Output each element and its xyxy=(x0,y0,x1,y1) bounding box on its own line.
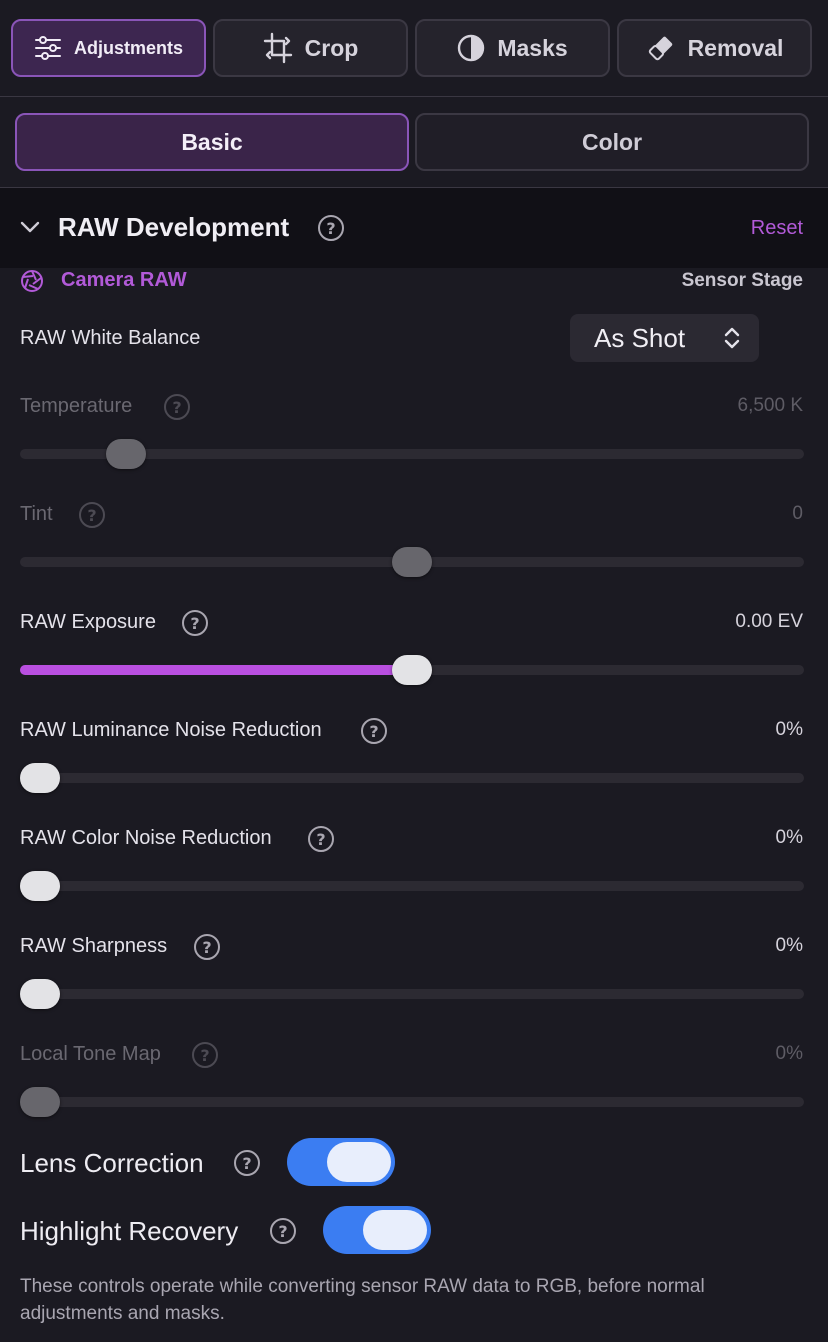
tab-masks-label: Masks xyxy=(497,34,568,61)
luminance-nr-slider[interactable] xyxy=(20,763,804,793)
toggle-knob xyxy=(363,1210,427,1250)
tab-basic-label: Basic xyxy=(181,128,243,155)
slider-thumb[interactable] xyxy=(105,439,146,469)
tab-color-label: Color xyxy=(581,128,643,155)
color-nr-label: RAW Color Noise Reduction xyxy=(20,827,272,849)
tab-adjustments[interactable]: Adjustments xyxy=(11,19,206,77)
tab-color[interactable]: Color xyxy=(415,113,809,171)
tab-masks[interactable]: Masks xyxy=(415,19,610,77)
white-balance-select[interactable]: As Shot xyxy=(570,314,759,362)
temperature-label: Temperature xyxy=(20,395,133,417)
tool-tab-bar: Adjustments Crop Masks Removal xyxy=(0,0,828,97)
raw-exposure-slider[interactable] xyxy=(20,655,804,685)
updown-chevron-icon xyxy=(723,326,741,357)
camera-raw-label: Camera RAW xyxy=(61,269,187,291)
reset-button[interactable]: Reset xyxy=(751,217,803,240)
slider-thumb[interactable] xyxy=(20,979,60,1009)
slider-fill xyxy=(20,665,412,675)
aperture-icon xyxy=(20,269,44,298)
local-tone-map-slider[interactable] xyxy=(20,1087,804,1117)
help-icon[interactable]: ? xyxy=(234,1150,260,1176)
help-icon[interactable]: ? xyxy=(182,610,208,636)
white-balance-label: RAW White Balance xyxy=(20,327,201,349)
chevron-down-icon[interactable] xyxy=(18,215,42,244)
tint-label: Tint xyxy=(20,503,53,525)
tint-slider[interactable] xyxy=(20,547,804,577)
luminance-nr-value: 0% xyxy=(775,719,803,740)
help-icon[interactable]: ? xyxy=(270,1218,296,1244)
help-icon[interactable]: ? xyxy=(79,502,105,528)
slider-thumb[interactable] xyxy=(392,655,432,685)
tab-removal-label: Removal xyxy=(687,34,784,61)
tab-basic[interactable]: Basic xyxy=(15,113,409,171)
white-balance-value: As Shot xyxy=(594,322,686,353)
slider-thumb[interactable] xyxy=(392,547,432,577)
color-nr-value: 0% xyxy=(775,827,803,848)
crop-icon xyxy=(263,31,293,65)
local-tone-map-label: Local Tone Map xyxy=(20,1043,161,1065)
lens-correction-label: Lens Correction xyxy=(20,1148,204,1178)
help-icon[interactable]: ? xyxy=(192,1042,218,1068)
lens-correction-toggle[interactable] xyxy=(287,1138,395,1186)
eraser-icon xyxy=(646,33,676,63)
help-icon[interactable]: ? xyxy=(164,394,190,420)
raw-development-header[interactable]: RAW Development ? Reset xyxy=(0,188,828,268)
raw-exposure-value: 0.00 EV xyxy=(735,611,803,632)
highlight-recovery-toggle[interactable] xyxy=(323,1206,431,1254)
section-title: RAW Development xyxy=(58,212,290,242)
help-icon[interactable]: ? xyxy=(361,718,387,744)
half-circle-icon xyxy=(457,34,485,62)
slider-thumb[interactable] xyxy=(20,763,60,793)
color-nr-slider[interactable] xyxy=(20,871,804,901)
highlight-recovery-label: Highlight Recovery xyxy=(20,1216,239,1246)
temperature-slider[interactable] xyxy=(20,439,804,469)
tab-crop[interactable]: Crop xyxy=(213,19,408,77)
luminance-nr-label: RAW Luminance Noise Reduction xyxy=(20,719,322,741)
footnote-text: These controls operate while converting … xyxy=(20,1276,705,1324)
sharpness-value: 0% xyxy=(775,935,803,956)
slider-thumb[interactable] xyxy=(20,1087,60,1117)
tint-value: 0 xyxy=(792,503,803,524)
sharpness-label: RAW Sharpness xyxy=(20,935,168,957)
raw-exposure-label: RAW Exposure xyxy=(20,611,156,633)
toggle-knob xyxy=(327,1142,391,1182)
sensor-stage-label: Sensor Stage xyxy=(681,270,803,291)
temperature-value: 6,500 K xyxy=(737,395,804,416)
tab-adjustments-label: Adjustments xyxy=(73,37,183,58)
sliders-icon xyxy=(34,36,62,60)
sub-tab-bar: Basic Color xyxy=(0,97,828,188)
local-tone-map-value: 0% xyxy=(775,1043,803,1064)
sharpness-slider[interactable] xyxy=(20,979,804,1009)
tab-removal[interactable]: Removal xyxy=(617,19,812,77)
tab-crop-label: Crop xyxy=(304,34,359,61)
help-icon[interactable]: ? xyxy=(194,934,220,960)
help-icon[interactable]: ? xyxy=(318,215,344,241)
help-icon[interactable]: ? xyxy=(308,826,334,852)
slider-thumb[interactable] xyxy=(20,871,60,901)
